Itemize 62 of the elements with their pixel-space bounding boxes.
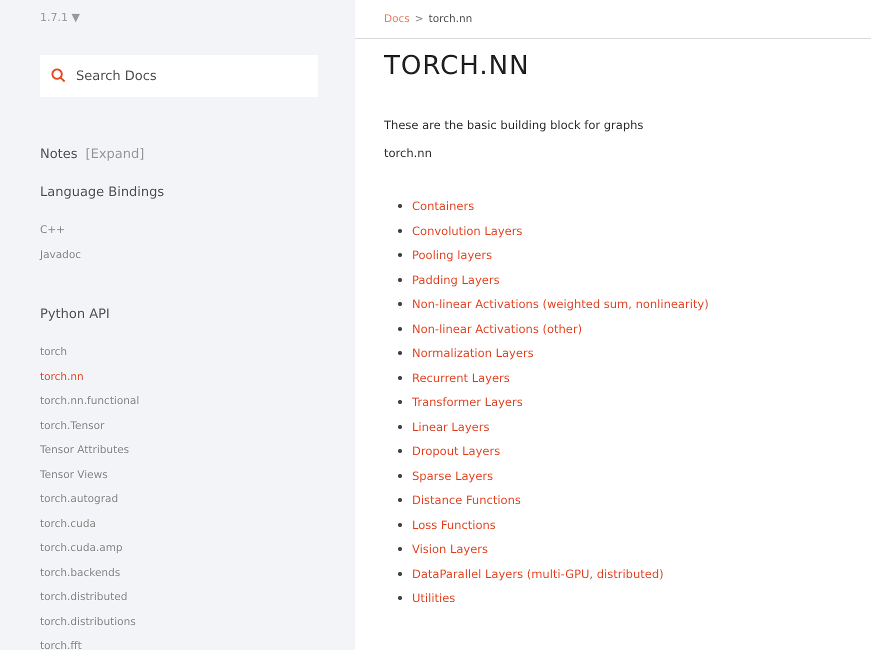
sidebar-link[interactable]: torch.autograd [40, 487, 118, 512]
bullet-icon [398, 522, 402, 527]
expand-link[interactable]: [Expand] [86, 147, 144, 162]
search-icon [51, 68, 66, 83]
section-link[interactable]: Vision Layers [412, 542, 488, 556]
bullet-icon [398, 400, 402, 404]
sidebar-link[interactable]: torch.nn.functional [40, 389, 140, 414]
bullet-icon [398, 498, 402, 502]
bullet-icon [398, 547, 402, 552]
sidebar-link[interactable]: torch.cuda.amp [40, 536, 123, 560]
intro-text: These are the basic building block for graphs [384, 118, 644, 132]
section-link[interactable]: Utilities [412, 591, 456, 606]
section-link[interactable]: Non-linear Activations (weighted sum, nonlinearity) [412, 297, 709, 312]
section-link[interactable]: Containers [412, 199, 474, 214]
section-link[interactable]: Non-linear Activations (other) [412, 322, 582, 336]
page-title: TORCH.NN [384, 51, 531, 81]
sidebar-link[interactable]: torch.nn [40, 364, 84, 389]
bullet-icon [398, 351, 402, 356]
section-heading: Language Bindings [40, 185, 166, 200]
bullet-icon [398, 449, 402, 454]
bullet-icon [398, 253, 402, 258]
breadcrumb-current: torch.nn [428, 13, 472, 25]
section-link[interactable]: Transformer Layers [412, 395, 523, 410]
sidebar-link[interactable]: C++ [40, 218, 65, 242]
notes-heading: Notes [40, 147, 78, 162]
sidebar-link[interactable]: torch.distributions [40, 610, 136, 634]
section-link[interactable]: Pooling layers [412, 248, 492, 262]
sidebar-link[interactable]: torch.cuda [40, 512, 96, 536]
breadcrumb-link[interactable]: Docs [384, 13, 410, 25]
sidebar-link[interactable]: torch.fft [40, 634, 82, 650]
bullet-icon [398, 278, 402, 282]
sidebar-link[interactable]: torch [40, 340, 68, 364]
bullet-icon [398, 228, 402, 233]
sidebar-link[interactable]: torch.backends [40, 560, 120, 585]
version-selector[interactable]: 1.7.1 ▼ [40, 11, 80, 24]
section-link[interactable]: Convolution Layers [412, 224, 522, 238]
sidebar-link[interactable]: Javadoc [40, 242, 82, 267]
sidebar-link[interactable]: Tensor Views [40, 462, 108, 487]
module-name: torch.nn [384, 146, 433, 160]
bullet-icon [398, 596, 402, 600]
section-link[interactable]: Linear Layers [412, 420, 490, 434]
sidebar-link[interactable]: torch.Tensor [40, 414, 104, 438]
section-link[interactable]: DataParallel Layers (multi-GPU, distributed) [412, 566, 664, 581]
bullet-icon [398, 326, 402, 331]
bullet-icon [398, 572, 402, 576]
section-link[interactable]: Distance Functions [412, 493, 521, 508]
search-field[interactable]: Search Docs [40, 55, 318, 97]
section-link[interactable]: Normalization Layers [412, 346, 534, 360]
section-link[interactable]: Loss Functions [412, 518, 496, 532]
sidebar-link[interactable]: torch.distributed [40, 585, 128, 610]
bullet-icon [398, 204, 402, 208]
section-link[interactable]: Sparse Layers [412, 468, 494, 483]
section-link[interactable]: Padding Layers [412, 272, 500, 287]
sidebar-link[interactable]: Tensor Attributes [40, 438, 130, 462]
section-link[interactable]: Recurrent Layers [412, 370, 510, 385]
bullet-icon [398, 302, 402, 306]
section-link[interactable]: Dropout Layers [412, 444, 500, 458]
section-heading: Python API [40, 307, 111, 322]
bullet-icon [398, 376, 402, 380]
bullet-icon [398, 424, 402, 429]
breadcrumb-separator: > [414, 13, 424, 25]
bullet-icon [398, 474, 402, 478]
